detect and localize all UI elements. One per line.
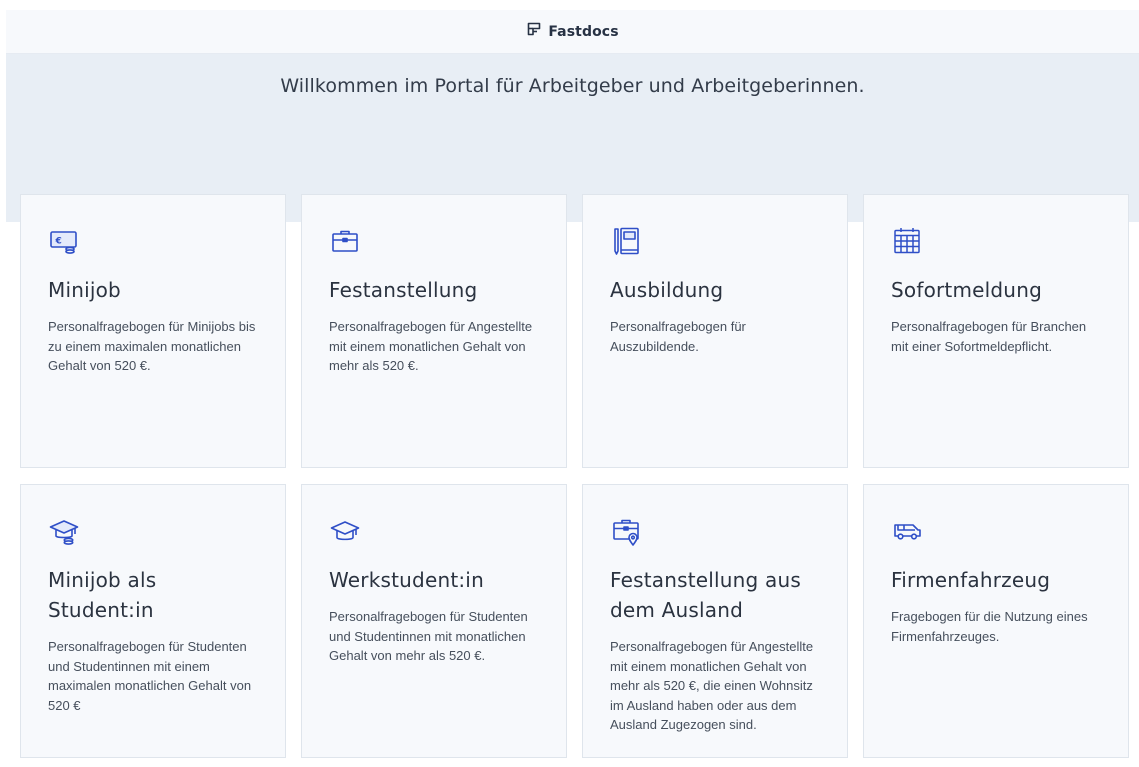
briefcase-icon bbox=[329, 225, 361, 257]
card-description: Personalfragebogen für Studenten und Stu… bbox=[48, 639, 252, 713]
card-title: Ausbildung bbox=[610, 278, 724, 302]
fastdocs-logo-icon bbox=[526, 21, 542, 42]
brand-logo[interactable]: Fastdocs bbox=[526, 21, 619, 42]
graduation-cap-coins-icon bbox=[48, 515, 80, 547]
card-festanstellung-ausland[interactable]: Festanstellung aus dem Ausland Personalf… bbox=[582, 484, 848, 758]
portal-page: Fastdocs Willkommen im Portal für Arbeit… bbox=[6, 10, 1139, 767]
card-ausbildung[interactable]: Ausbildung Personalfragebogen für Auszub… bbox=[582, 194, 848, 468]
card-description: Personalfragebogen für Branchen mit eine… bbox=[891, 319, 1087, 354]
card-description: Fragebogen für die Nutzung eines Firmenf… bbox=[891, 609, 1088, 644]
card-minijob[interactable]: € Minijob Personalfragebogen für Minijob… bbox=[20, 194, 286, 468]
card-title: Festanstellung bbox=[329, 278, 478, 302]
card-festanstellung[interactable]: Festanstellung Personalfragebogen für An… bbox=[301, 194, 567, 468]
card-description: Personalfragebogen für Studenten und Stu… bbox=[329, 609, 528, 663]
card-title: Firmenfahrzeug bbox=[891, 568, 1051, 592]
form-card-grid: € Minijob Personalfragebogen für Minijob… bbox=[20, 194, 1133, 758]
card-description: Personalfragebogen für Minijobs bis zu e… bbox=[48, 319, 256, 373]
svg-text:€: € bbox=[55, 237, 62, 247]
card-werkstudent[interactable]: Werkstudent:in Personalfragebogen für St… bbox=[301, 484, 567, 758]
card-description: Personalfragebogen für Angestellte mit e… bbox=[329, 319, 533, 373]
card-description: Personalfragebogen für Angestellte mit e… bbox=[610, 639, 814, 732]
brand-name: Fastdocs bbox=[548, 23, 619, 40]
card-sofortmeldung[interactable]: Sofortmeldung Personalfragebogen für Bra… bbox=[863, 194, 1129, 468]
card-title: Minijob als Student:in bbox=[48, 568, 157, 622]
money-icon: € bbox=[48, 225, 80, 257]
top-bar: Fastdocs bbox=[6, 10, 1139, 54]
welcome-heading: Willkommen im Portal für Arbeitgeber und… bbox=[280, 75, 865, 97]
card-firmenfahrzeug[interactable]: Firmenfahrzeug Fragebogen für die Nutzun… bbox=[863, 484, 1129, 758]
vehicle-icon bbox=[891, 515, 923, 547]
calendar-icon bbox=[891, 225, 923, 257]
card-title: Werkstudent:in bbox=[329, 568, 484, 592]
graduation-cap-icon bbox=[329, 515, 361, 547]
card-description: Personalfragebogen für Auszubildende. bbox=[610, 319, 746, 354]
notebook-icon bbox=[610, 225, 642, 257]
briefcase-location-icon bbox=[610, 515, 642, 547]
card-title: Minijob bbox=[48, 278, 121, 302]
card-title: Sofortmeldung bbox=[891, 278, 1042, 302]
card-title: Festanstellung aus dem Ausland bbox=[610, 568, 801, 622]
card-minijob-als-student[interactable]: Minijob als Student:in Personalfrageboge… bbox=[20, 484, 286, 758]
